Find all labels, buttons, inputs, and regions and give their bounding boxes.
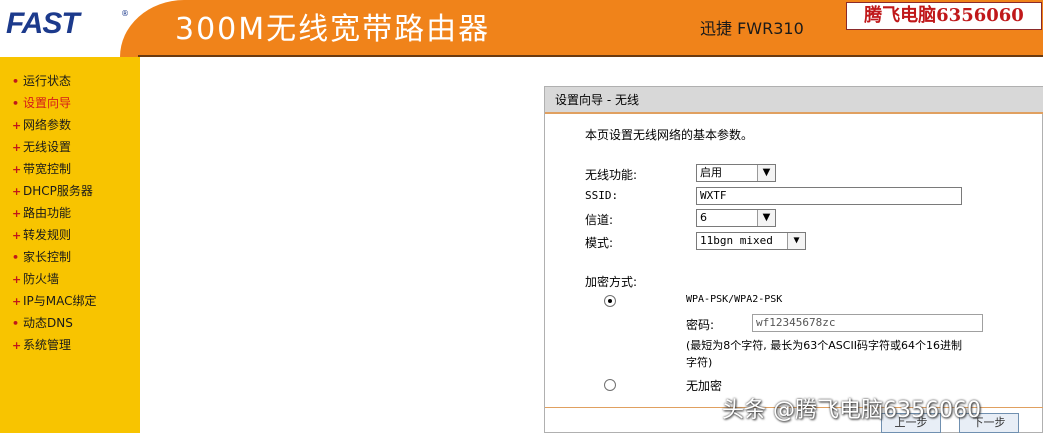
wireless-value: 启用 xyxy=(700,166,722,179)
expand-icon: + xyxy=(12,207,22,220)
sidebar-item-status[interactable]: • 运行状态 xyxy=(12,72,71,90)
watermark: 头条 @腾飞电脑6356060 xyxy=(722,398,981,423)
password-input[interactable]: wf12345678zc xyxy=(752,314,983,332)
sidebar-item-label: 系统管理 xyxy=(23,338,72,352)
sidebar-item-bandwidth[interactable]: + 带宽控制 xyxy=(12,160,71,178)
sidebar-item-label: 路由功能 xyxy=(23,206,72,220)
sidebar-item-label: DHCP服务器 xyxy=(23,184,93,198)
sidebar-item-label: 防火墙 xyxy=(23,272,60,286)
expand-icon: + xyxy=(12,185,22,198)
sidebar-item-ddns[interactable]: • 动态DNS xyxy=(12,314,73,332)
sidebar-item-label: IP与MAC绑定 xyxy=(23,294,97,308)
chevron-down-icon: ▼ xyxy=(757,165,775,181)
channel-value: 6 xyxy=(700,211,707,224)
product-model: 迅捷 FWR310 xyxy=(700,19,804,38)
sidebar-nav: • 运行状态 • 设置向导 + 网络参数 + 无线设置 + 带宽控制 + DHCP服务器 +… xyxy=(0,57,140,433)
channel-select[interactable]: 6 ▼ xyxy=(696,209,776,227)
bullet-icon: • xyxy=(12,75,20,88)
no-encryption-radio[interactable] xyxy=(604,379,616,391)
expand-icon: + xyxy=(12,141,22,154)
ssid-label: SSID: xyxy=(585,189,619,202)
sidebar-item-dhcp[interactable]: + DHCP服务器 xyxy=(12,182,93,200)
ad-banner: 腾飞电脑6356060 xyxy=(846,2,1042,30)
bullet-icon: • xyxy=(12,97,20,110)
sidebar-item-firewall[interactable]: + 防火墙 xyxy=(12,270,59,288)
wireless-label: 无线功能: xyxy=(585,168,638,182)
intro-text: 本页设置无线网络的基本参数。 xyxy=(585,128,754,142)
wpa-label: WPA-PSK/WPA2-PSK xyxy=(686,294,783,305)
logo-area: FAST ® xyxy=(0,0,138,57)
password-hint: (最短为8个字符, 最长为63个ASCII码字符或64个16进制 xyxy=(686,339,962,352)
no-encryption-label: 无加密 xyxy=(686,379,723,393)
panel-body: 本页设置无线网络的基本参数。 无线功能: 启用 ▼ SSID: WXTF 信道:… xyxy=(545,116,1043,406)
sidebar-item-label: 带宽控制 xyxy=(23,162,72,176)
header: FAST ® 300M无线宽带路由器 迅捷 FWR310 腾飞电脑6356060 xyxy=(0,0,1043,57)
mode-value: 11bgn mixed xyxy=(700,234,773,247)
expand-icon: + xyxy=(12,295,22,308)
wizard-panel: 设置向导 - 无线 本页设置无线网络的基本参数。 无线功能: 启用 ▼ SSID… xyxy=(544,86,1043,433)
mode-label: 模式: xyxy=(585,236,614,250)
channel-label: 信道: xyxy=(585,213,614,227)
sidebar-item-label: 转发规则 xyxy=(23,228,72,242)
expand-icon: + xyxy=(12,163,22,176)
expand-icon: + xyxy=(12,229,22,242)
expand-icon: + xyxy=(12,273,22,286)
sidebar-item-wireless[interactable]: + 无线设置 xyxy=(12,138,71,156)
sidebar-item-label: 运行状态 xyxy=(23,74,72,88)
product-title: 300M无线宽带路由器 xyxy=(175,12,491,47)
sidebar-item-ip-mac[interactable]: + IP与MAC绑定 xyxy=(12,292,97,310)
password-hint-cont: 字符) xyxy=(686,356,713,369)
sidebar-item-network[interactable]: + 网络参数 xyxy=(12,116,71,134)
sidebar-item-routing[interactable]: + 路由功能 xyxy=(12,204,71,222)
sidebar-item-system[interactable]: + 系统管理 xyxy=(12,336,71,354)
ssid-input[interactable]: WXTF xyxy=(696,187,962,205)
sidebar-item-label: 设置向导 xyxy=(23,96,72,110)
sidebar-item-label: 网络参数 xyxy=(23,118,72,132)
chevron-down-icon: ▼ xyxy=(787,233,805,249)
password-label: 密码: xyxy=(686,318,715,332)
mode-select[interactable]: 11bgn mixed ▼ xyxy=(696,232,806,250)
expand-icon: + xyxy=(12,339,22,352)
chevron-down-icon: ▼ xyxy=(757,210,775,226)
registered-mark: ® xyxy=(121,9,129,18)
sidebar-item-label: 家长控制 xyxy=(23,250,72,264)
bullet-icon: • xyxy=(12,317,20,330)
sidebar-item-label: 无线设置 xyxy=(23,140,72,154)
sidebar-item-forwarding[interactable]: + 转发规则 xyxy=(12,226,71,244)
bullet-icon: • xyxy=(12,251,20,264)
encryption-label: 加密方式: xyxy=(585,275,638,289)
sidebar-item-label: 动态DNS xyxy=(23,316,73,330)
expand-icon: + xyxy=(12,119,22,132)
sidebar-item-parental[interactable]: • 家长控制 xyxy=(12,248,71,266)
brand-logo: FAST xyxy=(6,7,80,40)
wpa-radio[interactable] xyxy=(604,295,616,307)
sidebar-item-setup-wizard[interactable]: • 设置向导 xyxy=(12,94,71,112)
header-divider xyxy=(138,55,1043,57)
wireless-select[interactable]: 启用 ▼ xyxy=(696,164,776,182)
panel-title: 设置向导 - 无线 xyxy=(545,87,1043,114)
